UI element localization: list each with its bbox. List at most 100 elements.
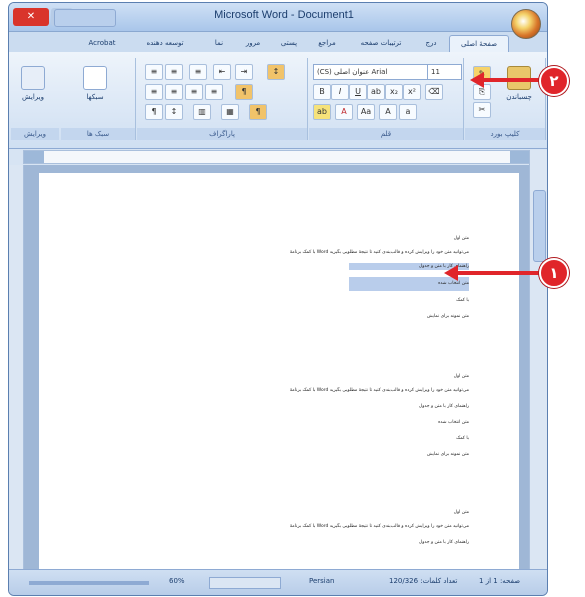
line-spacing-icon[interactable]: ↕: [165, 104, 183, 120]
callout-arrowhead-two: [470, 72, 484, 88]
callout-arrowhead-one: [444, 265, 458, 281]
tab-insert[interactable]: درج: [417, 35, 445, 51]
borders-icon[interactable]: ▦: [221, 104, 239, 120]
doc-line: با کمک: [456, 436, 469, 441]
bold-icon[interactable]: B: [313, 84, 331, 100]
styles-group-label: سبک ها: [61, 128, 135, 140]
view-buttons[interactable]: [209, 577, 281, 589]
justify-icon[interactable]: ≡: [205, 84, 223, 100]
editing-button[interactable]: ویرایش: [19, 64, 47, 110]
find-binoculars-icon: [21, 66, 45, 90]
superscript-icon[interactable]: x²: [403, 84, 421, 100]
font-color-icon[interactable]: A: [335, 104, 353, 120]
close-button[interactable]: ✕: [13, 8, 49, 26]
office-button-icon[interactable]: [511, 9, 541, 39]
title-bar: ✕ Microsoft Word - Document1: [9, 3, 547, 32]
scrollbar-thumb[interactable]: [533, 190, 546, 262]
grow-font-icon[interactable]: A: [379, 104, 397, 120]
align-center-icon[interactable]: ≡: [165, 84, 183, 100]
shading-icon[interactable]: ▥: [193, 104, 211, 120]
shrink-font-icon[interactable]: a: [399, 104, 417, 120]
clipboard-group: ✎ ⎘ ✂ چسباندن کلیپ بورد: [465, 58, 546, 140]
doc-line: راهنمای کار با متن و جدول: [418, 540, 469, 545]
horizontal-ruler[interactable]: [23, 150, 531, 164]
zoom-slider[interactable]: [29, 581, 149, 585]
increase-indent-icon[interactable]: ⇥: [235, 64, 253, 80]
styles-button[interactable]: سبکها: [81, 64, 109, 110]
font-group-label: قلم: [309, 128, 463, 140]
word-count[interactable]: تعداد کلمات: 120/326: [389, 577, 457, 585]
tab-acrobat[interactable]: Acrobat: [79, 35, 125, 51]
doc-line: با کمک برنامهٔ Word می‌توانید متن خود را…: [289, 524, 469, 529]
highlight-icon[interactable]: ab: [313, 104, 331, 120]
font-size-select[interactable]: 11: [427, 64, 462, 80]
doc-line: راهنمای کار با متن و جدول: [418, 404, 469, 409]
paste-button[interactable]: چسباندن: [505, 64, 533, 110]
paste-label: چسباندن: [506, 93, 532, 101]
vertical-scrollbar[interactable]: [529, 150, 547, 569]
doc-line: متن اول: [453, 374, 469, 379]
sort-icon[interactable]: ↕: [267, 64, 285, 80]
ltr-icon[interactable]: ¶: [145, 104, 163, 120]
document-area: متن اول با کمک برنامهٔ Word می‌توانید مت…: [9, 165, 529, 569]
doc-line: با کمک: [456, 298, 469, 303]
show-marks-icon[interactable]: ¶: [249, 104, 267, 120]
styles-icon: [83, 66, 107, 90]
doc-line: متن نمونه برای نمایش: [426, 452, 469, 457]
cut-icon[interactable]: ✂: [473, 102, 491, 118]
zoom-level[interactable]: 60%: [169, 577, 185, 585]
editing-group-label: ویرایش: [11, 128, 59, 140]
font-group: (CS) عنوان اصلی Arial 11 B I U ab x₂ x² …: [309, 58, 464, 140]
font-name-select[interactable]: (CS) عنوان اصلی Arial: [313, 64, 428, 80]
doc-line: با کمک برنامهٔ Word می‌توانید متن خود را…: [289, 388, 469, 393]
tab-developer[interactable]: توسعه دهنده: [129, 35, 201, 51]
doc-line: متن نمونه برای نمایش: [426, 314, 469, 319]
language-indicator[interactable]: Persian: [309, 577, 334, 585]
ribbon-tabs: صفحهٔ اصلی درج ترتیبات صفحه مراجع پستی م…: [9, 32, 547, 52]
align-left-icon[interactable]: ≡: [145, 84, 163, 100]
paragraph-group: ≡ ≡ ≡ ⇤ ⇥ ↕ ≡ ≡ ≡ ≡ ¶ ¶ ↕ ▥ ▦ ¶ پاراگراف: [137, 58, 308, 140]
editing-label: ویرایش: [21, 93, 44, 101]
clear-format-icon[interactable]: ⌫: [425, 84, 443, 100]
callout-arrow-two: [482, 78, 540, 82]
doc-line: متن اول: [453, 510, 469, 515]
bullets-icon[interactable]: ≡: [145, 64, 163, 80]
clipboard-group-label: کلیپ بورد: [465, 128, 545, 140]
callout-badge-two: ۲: [539, 66, 569, 96]
change-case-icon[interactable]: Aa: [357, 104, 375, 120]
quick-access-toolbar[interactable]: [54, 9, 116, 27]
rtl-icon[interactable]: ¶: [235, 84, 253, 100]
doc-line: متن انتخاب شده: [438, 420, 469, 425]
editing-group: ویرایش ویرایش: [11, 58, 59, 140]
status-bar: صفحه: 1 از 1 تعداد کلمات: 120/326 Persia…: [9, 569, 547, 595]
window-title: Microsoft Word - Document1: [214, 9, 354, 21]
doc-line: متن اول: [453, 236, 469, 241]
ruler-margin-right: [510, 151, 530, 163]
tab-mailings[interactable]: پستی: [273, 35, 305, 51]
underline-icon[interactable]: U: [349, 84, 367, 100]
word-window: ✕ Microsoft Word - Document1 صفحهٔ اصلی …: [8, 2, 548, 596]
vertical-ruler[interactable]: [9, 165, 24, 569]
subscript-icon[interactable]: x₂: [385, 84, 403, 100]
page-count[interactable]: صفحه: 1 از 1: [479, 577, 520, 585]
doc-line: با کمک برنامهٔ Word می‌توانید متن خود را…: [289, 250, 469, 255]
styles-label: سبکها: [86, 93, 104, 101]
decrease-indent-icon[interactable]: ⇤: [213, 64, 231, 80]
paragraph-group-label: پاراگراف: [137, 128, 307, 140]
tab-page-layout[interactable]: ترتیبات صفحه: [349, 35, 413, 51]
callout-arrow-one: [456, 271, 540, 275]
numbering-icon[interactable]: ≡: [165, 64, 183, 80]
multilevel-list-icon[interactable]: ≡: [189, 64, 207, 80]
styles-group: سبکها سبک ها: [61, 58, 136, 140]
ribbon: ✎ ⎘ ✂ چسباندن کلیپ بورد (CS) عنوان اصلی …: [9, 52, 547, 149]
callout-badge-one: ۱: [539, 258, 569, 288]
tab-review[interactable]: مرور: [237, 35, 269, 51]
italic-icon[interactable]: I: [331, 84, 349, 100]
align-right-icon[interactable]: ≡: [185, 84, 203, 100]
tab-view[interactable]: نما: [205, 35, 233, 51]
strikethrough-icon[interactable]: ab: [367, 84, 385, 100]
ruler-margin-left: [24, 151, 44, 163]
tab-home[interactable]: صفحهٔ اصلی: [449, 35, 509, 52]
document-page[interactable]: متن اول با کمک برنامهٔ Word می‌توانید مت…: [39, 173, 519, 569]
tab-references[interactable]: مراجع: [309, 35, 345, 51]
